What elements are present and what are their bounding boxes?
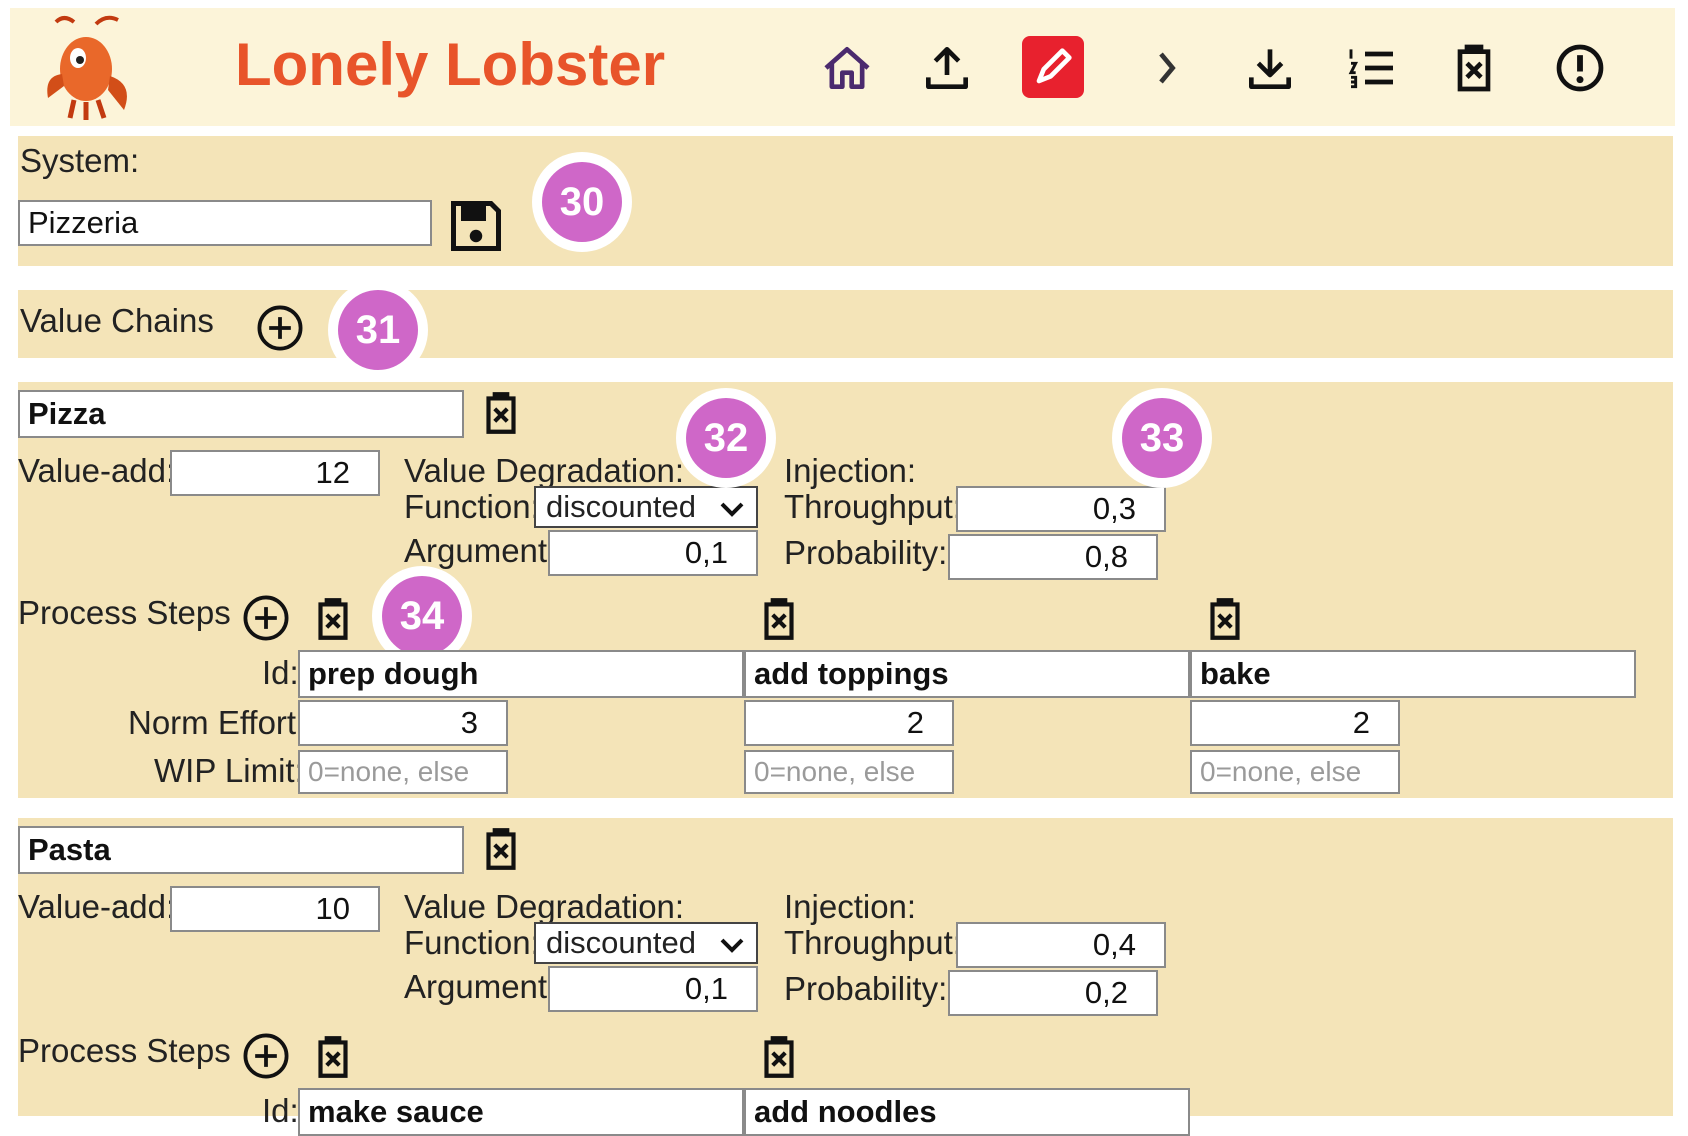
- step-id-input[interactable]: [1190, 650, 1636, 698]
- step-id-input[interactable]: [298, 1088, 744, 1136]
- alert-icon[interactable]: [1548, 36, 1612, 100]
- norm-effort-input[interactable]: [1190, 700, 1400, 746]
- wip-limit-input[interactable]: [1190, 750, 1400, 794]
- delete-value-chain-icon[interactable]: [476, 388, 526, 438]
- process-steps-label: Process Steps: [18, 1032, 231, 1069]
- throughput-input[interactable]: [956, 486, 1166, 532]
- step-id-label: Id:: [262, 654, 299, 691]
- callout-badge: 30: [532, 152, 632, 252]
- value-add-input[interactable]: [170, 886, 380, 932]
- app-title: Lonely Lobster: [235, 31, 666, 98]
- value-chain-name-input[interactable]: [18, 390, 464, 438]
- lobster-logo-icon: [34, 14, 144, 122]
- chevron-down-icon: [720, 502, 744, 517]
- callout-badge: 31: [328, 280, 428, 380]
- probability-input[interactable]: [948, 534, 1158, 580]
- value-add-label: Value-add:: [18, 452, 176, 489]
- probability-input[interactable]: [948, 970, 1158, 1016]
- chevron-right-icon[interactable]: [1136, 36, 1200, 100]
- step-id-input[interactable]: [298, 650, 744, 698]
- delete-value-chain-icon[interactable]: [476, 824, 526, 874]
- injection-label: Injection:: [784, 452, 917, 489]
- function-label: Function:: [404, 924, 540, 961]
- norm-effort-input[interactable]: [298, 700, 508, 746]
- add-process-step-icon[interactable]: [240, 1030, 292, 1082]
- norm-effort-label: Norm Effort:: [128, 704, 306, 741]
- app-header: Lonely Lobster: [10, 8, 1675, 126]
- argument-input[interactable]: [548, 530, 758, 576]
- argument-label: Argument:: [404, 532, 557, 569]
- process-steps-label: Process Steps: [18, 594, 231, 631]
- step-id-label: Id:: [262, 1092, 299, 1129]
- upload-icon[interactable]: [915, 36, 979, 100]
- add-value-chain-icon[interactable]: [254, 302, 306, 354]
- delete-process-step-icon[interactable]: [754, 1032, 804, 1082]
- throughput-label: Throughput:: [784, 924, 962, 961]
- system-label: System:: [20, 142, 140, 179]
- callout-badge: 33: [1112, 388, 1212, 488]
- delete-process-step-icon[interactable]: [754, 594, 804, 644]
- argument-input[interactable]: [548, 966, 758, 1012]
- step-id-input[interactable]: [744, 650, 1190, 698]
- list-icon[interactable]: [1340, 36, 1404, 100]
- norm-effort-input[interactable]: [744, 700, 954, 746]
- probability-label: Probability:: [784, 970, 948, 1007]
- degradation-function-value: discounted: [546, 489, 696, 524]
- value-add-label: Value-add:: [18, 888, 176, 925]
- degradation-function-value: discounted: [546, 925, 696, 960]
- injection-label: Injection:: [784, 888, 917, 925]
- delete-process-step-icon[interactable]: [308, 1032, 358, 1082]
- degradation-function-select[interactable]: discounted: [534, 486, 758, 528]
- save-icon[interactable]: [446, 196, 506, 256]
- value-degradation-label: Value Degradation:: [404, 888, 685, 925]
- delete-process-step-icon[interactable]: [1200, 594, 1250, 644]
- add-process-step-icon[interactable]: [240, 592, 292, 644]
- throughput-label: Throughput:: [784, 488, 962, 525]
- callout-badge: 32: [676, 388, 776, 488]
- step-id-input[interactable]: [744, 1088, 1190, 1136]
- argument-label: Argument:: [404, 968, 557, 1005]
- delete-icon[interactable]: [1442, 36, 1506, 100]
- value-degradation-label: Value Degradation:: [404, 452, 685, 489]
- system-name-input[interactable]: [18, 200, 432, 246]
- value-chain-name-input[interactable]: [18, 826, 464, 874]
- probability-label: Probability:: [784, 534, 948, 571]
- chevron-down-icon: [720, 938, 744, 953]
- value-chains-label: Value Chains: [20, 302, 214, 339]
- degradation-function-select[interactable]: discounted: [534, 922, 758, 964]
- function-label: Function:: [404, 488, 540, 525]
- delete-process-step-icon[interactable]: [308, 594, 358, 644]
- value-add-input[interactable]: [170, 450, 380, 496]
- home-icon[interactable]: [815, 36, 879, 100]
- download-icon[interactable]: [1238, 36, 1302, 100]
- wip-limit-label: WIP Limit:: [154, 752, 304, 789]
- edit-icon[interactable]: [1022, 36, 1084, 98]
- wip-limit-input[interactable]: [744, 750, 954, 794]
- wip-limit-input[interactable]: [298, 750, 508, 794]
- throughput-input[interactable]: [956, 922, 1166, 968]
